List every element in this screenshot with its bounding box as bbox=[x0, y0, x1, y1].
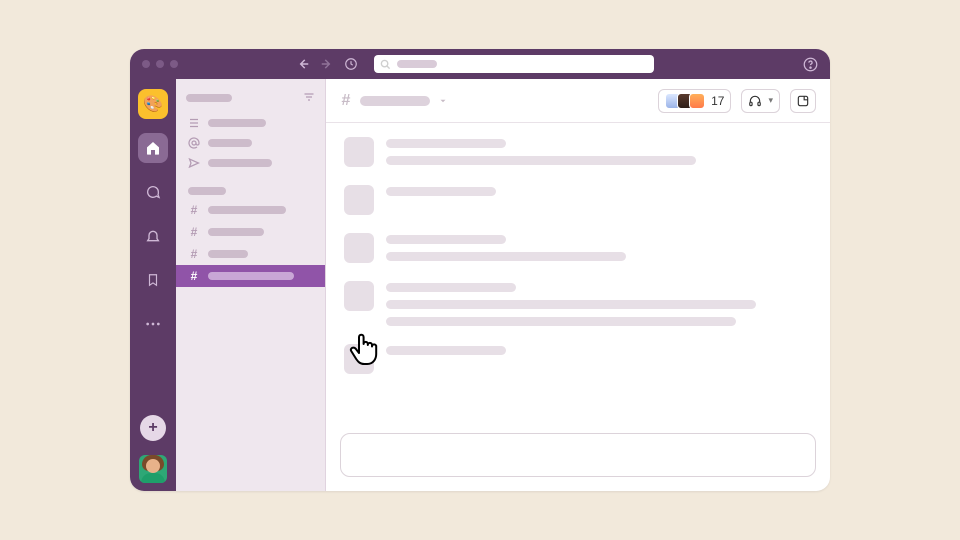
message-avatar[interactable] bbox=[344, 344, 374, 374]
message-item[interactable] bbox=[344, 281, 812, 326]
workspace-switcher[interactable]: 🎨 bbox=[138, 89, 168, 119]
back-icon[interactable] bbox=[296, 57, 310, 71]
sidebar-channel-item[interactable]: # bbox=[176, 265, 325, 287]
hash-icon: # bbox=[188, 203, 200, 217]
message-body bbox=[386, 185, 812, 215]
titlebar bbox=[130, 49, 830, 79]
create-new-button[interactable]: + bbox=[140, 415, 166, 441]
sidebar-item-threads[interactable] bbox=[176, 113, 325, 133]
main-panel: # 17 ▾ bbox=[326, 79, 830, 491]
hash-icon: # bbox=[340, 92, 352, 110]
chevron-down-icon: ▾ bbox=[768, 95, 773, 106]
message-avatar[interactable] bbox=[344, 185, 374, 215]
channel-header: # 17 ▾ bbox=[326, 79, 830, 123]
search-input[interactable] bbox=[374, 55, 654, 73]
message-item[interactable] bbox=[344, 344, 812, 374]
message-body bbox=[386, 233, 812, 263]
help-icon[interactable] bbox=[803, 57, 818, 72]
activity-icon[interactable] bbox=[138, 221, 168, 251]
sidebar-channel-item[interactable]: # bbox=[176, 221, 325, 243]
hash-icon: # bbox=[188, 247, 200, 261]
sidebar-section-header[interactable] bbox=[176, 183, 325, 199]
channel-name-button[interactable]: # bbox=[340, 92, 448, 110]
message-body bbox=[386, 281, 812, 326]
message-avatar[interactable] bbox=[344, 281, 374, 311]
later-icon[interactable] bbox=[138, 265, 168, 295]
member-count: 17 bbox=[711, 94, 724, 108]
sidebar-channel-item[interactable]: # bbox=[176, 199, 325, 221]
message-body bbox=[386, 344, 812, 374]
more-icon[interactable] bbox=[138, 309, 168, 339]
message-item[interactable] bbox=[344, 137, 812, 167]
member-avatars bbox=[665, 93, 705, 109]
message-avatar[interactable] bbox=[344, 233, 374, 263]
message-body bbox=[386, 137, 812, 167]
hash-icon: # bbox=[188, 269, 200, 283]
forward-icon[interactable] bbox=[320, 57, 334, 71]
message-avatar[interactable] bbox=[344, 137, 374, 167]
hash-icon: # bbox=[188, 225, 200, 239]
sidebar-item-mentions[interactable] bbox=[176, 133, 325, 153]
message-composer[interactable] bbox=[340, 433, 816, 477]
close-dot[interactable] bbox=[142, 60, 150, 68]
sidebar-item-drafts[interactable] bbox=[176, 153, 325, 173]
nav-rail: 🎨 + bbox=[130, 79, 176, 491]
dms-icon[interactable] bbox=[138, 177, 168, 207]
headphones-icon bbox=[748, 94, 762, 108]
canvas-button[interactable] bbox=[790, 89, 816, 113]
message-item[interactable] bbox=[344, 233, 812, 263]
max-dot[interactable] bbox=[170, 60, 178, 68]
message-list bbox=[326, 123, 830, 433]
filter-icon[interactable] bbox=[303, 91, 315, 105]
message-item[interactable] bbox=[344, 185, 812, 215]
user-avatar[interactable] bbox=[139, 455, 167, 483]
sidebar-channel-item[interactable]: # bbox=[176, 243, 325, 265]
huddle-button[interactable]: ▾ bbox=[741, 89, 780, 113]
workspace-icon: 🎨 bbox=[143, 94, 163, 114]
members-button[interactable]: 17 bbox=[658, 89, 731, 113]
workspace-name-skeleton[interactable] bbox=[186, 94, 232, 102]
sidebar: # # # # bbox=[176, 79, 326, 491]
min-dot[interactable] bbox=[156, 60, 164, 68]
canvas-icon bbox=[796, 94, 810, 108]
history-icon[interactable] bbox=[344, 57, 358, 71]
home-icon[interactable] bbox=[138, 133, 168, 163]
app-window: 🎨 + bbox=[130, 49, 830, 491]
search-placeholder-skeleton bbox=[397, 60, 437, 68]
window-controls[interactable] bbox=[142, 60, 178, 68]
chevron-down-icon bbox=[438, 96, 448, 106]
